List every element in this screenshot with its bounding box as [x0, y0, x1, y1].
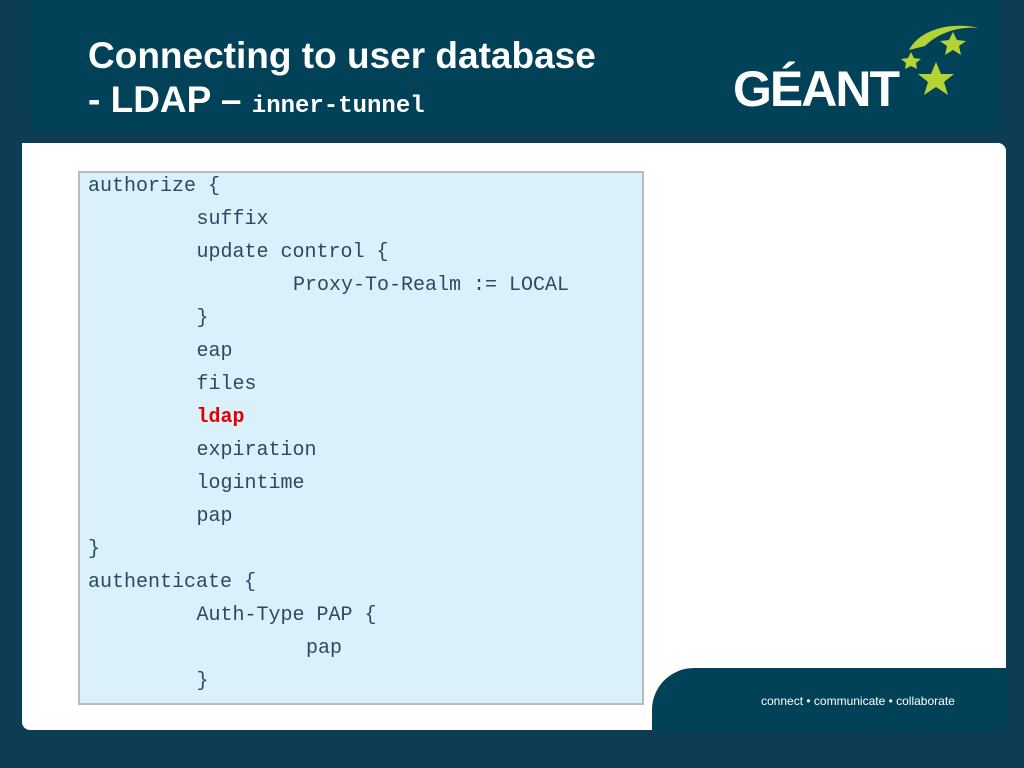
code-line: }	[88, 538, 101, 561]
slide-header: Connecting to user database - LDAP – inn…	[31, 0, 999, 131]
code-line: authenticate {	[88, 571, 257, 594]
title-line-2-code: inner-tunnel	[251, 93, 425, 120]
slide-title: Connecting to user database - LDAP – inn…	[88, 34, 596, 129]
code-line: logintime	[196, 472, 305, 495]
code-line: suffix	[196, 208, 269, 231]
code-line: }	[196, 670, 209, 693]
code-line: files	[196, 373, 257, 396]
title-line-2-prefix: - LDAP –	[88, 79, 252, 120]
code-line: eap	[196, 340, 233, 363]
code-line: }	[196, 307, 209, 330]
footer-tagline: connect • communicate • collaborate	[761, 694, 955, 708]
code-line: Auth-Type PAP {	[196, 604, 377, 627]
code-line: pap	[196, 505, 233, 528]
code-line: pap	[306, 637, 343, 660]
code-line: expiration	[196, 439, 317, 462]
footer-bar: connect • communicate • collaborate	[652, 668, 1006, 730]
slide-content: authorize { suffix update control { Proxy-T…	[22, 143, 1006, 730]
logo-text: GÉANT	[733, 61, 899, 114]
geant-logo: GÉANT	[731, 22, 981, 117]
code-line-highlighted: ldap	[196, 406, 245, 429]
code-line: Proxy-To-Realm := LOCAL	[293, 274, 570, 297]
code-line: update control {	[196, 241, 389, 264]
star-icon	[901, 25, 979, 95]
code-line: authorize {	[88, 175, 221, 198]
code-block: authorize { suffix update control { Proxy-T…	[78, 171, 644, 705]
title-line-1: Connecting to user database	[88, 35, 596, 76]
